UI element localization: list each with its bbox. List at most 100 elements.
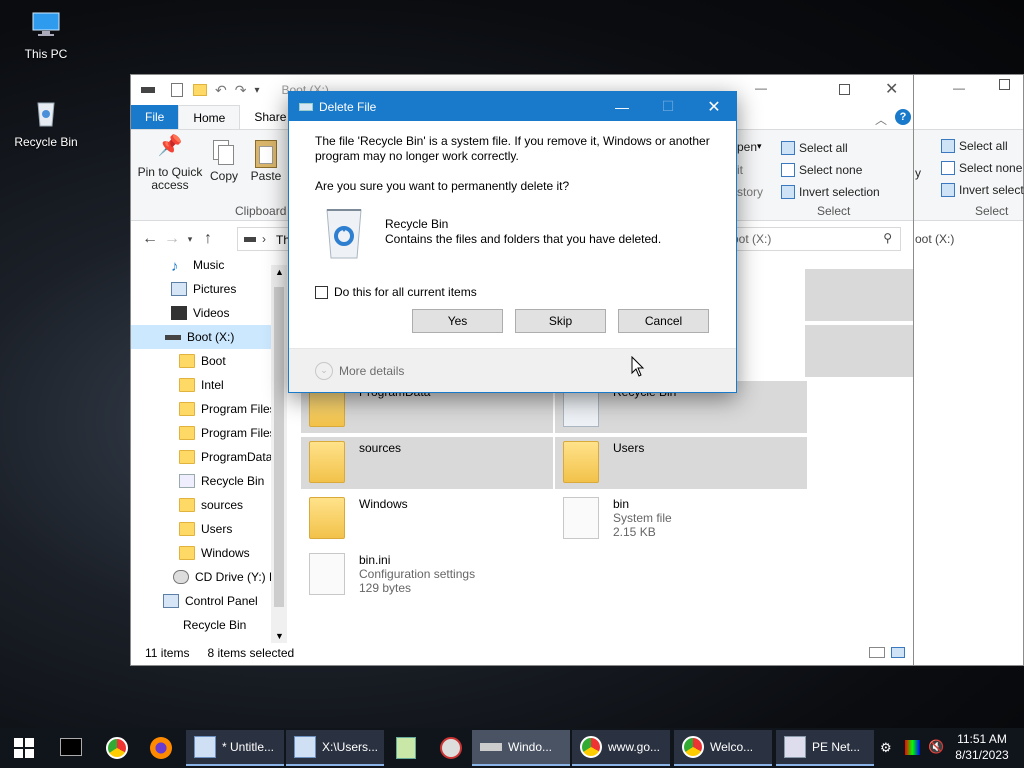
file-item[interactable]: sources [301, 437, 553, 489]
status-selected-count: 8 items selected [207, 646, 295, 660]
maximize-icon[interactable] [999, 79, 1010, 90]
more-details-icon[interactable]: ⌄ [315, 361, 333, 380]
tray-network-icon[interactable]: ⚙ [880, 740, 892, 756]
file-name: Users [613, 441, 645, 455]
close-icon[interactable]: ✕ [885, 79, 898, 99]
dialog-minimize-icon[interactable]: — [599, 92, 645, 121]
nav-item[interactable]: ♪ Music [131, 253, 271, 277]
nav-item[interactable]: Intel [131, 373, 271, 397]
apply-to-all-checkbox[interactable]: Do this for all current items [315, 285, 477, 299]
file-item[interactable]: Windows [301, 493, 553, 545]
scroll-up-icon[interactable]: ▲ [275, 267, 284, 277]
pin-quick-access-button[interactable]: 📌 Pin to Quick access [137, 136, 203, 192]
taskbar-app-button[interactable]: PE Net... [776, 730, 874, 766]
file-item[interactable]: bin System file 2.15 KB [555, 493, 807, 549]
collapse-ribbon-icon[interactable]: ︿ [875, 111, 887, 128]
taskbar-app-label: Windo... [508, 740, 553, 754]
list-item[interactable] [805, 325, 913, 377]
maximize-icon[interactable] [839, 84, 850, 95]
firefox-icon[interactable] [150, 737, 172, 759]
address-bar[interactable]: oot (X:) [915, 232, 954, 246]
taskbar-app-label: PE Net... [812, 740, 861, 754]
cmd-icon[interactable] [60, 738, 82, 756]
redo-icon[interactable]: ↷ [235, 82, 247, 99]
forward-arrow-icon[interactable]: → [161, 230, 183, 248]
nav-item-label: CD Drive (Y:) H [195, 570, 271, 584]
list-item[interactable] [805, 269, 913, 321]
nav-item[interactable]: Control Panel [131, 589, 271, 613]
nav-item[interactable]: Recycle Bin [131, 469, 271, 493]
select-all-button[interactable]: Select all [941, 136, 1008, 156]
nav-item[interactable]: Boot [131, 349, 271, 373]
skip-button[interactable]: Skip [515, 309, 606, 333]
yes-button[interactable]: Yes [412, 309, 503, 333]
nav-item[interactable]: Program Files [131, 421, 271, 445]
recent-locations-icon[interactable]: ▾ [183, 234, 197, 245]
large-icons-view-icon[interactable] [891, 647, 905, 658]
details-view-icon[interactable] [869, 647, 885, 658]
paint-icon[interactable] [440, 737, 462, 759]
background-explorer-window[interactable]: — y Select all Select none Invert select… [912, 74, 1024, 666]
minimize-icon[interactable]: — [953, 81, 965, 95]
cancel-button[interactable]: Cancel [618, 309, 709, 333]
copy-button[interactable]: Copy [207, 140, 241, 183]
more-details-link[interactable]: More details [339, 364, 404, 378]
dialog-titlebar[interactable]: Delete File — ☐ ✕ [289, 92, 736, 121]
up-arrow-icon[interactable]: ↑ [197, 230, 219, 248]
file-item[interactable]: bin.ini Configuration settings 129 bytes [301, 549, 553, 605]
breadcrumb-chevron-icon[interactable]: › [262, 232, 266, 246]
minimize-icon[interactable]: — [755, 81, 767, 95]
checkbox-box[interactable] [315, 285, 328, 299]
undo-icon[interactable]: ↶ [215, 82, 227, 99]
desktop-icon-this-pc[interactable]: This PC [8, 8, 84, 61]
nav-item[interactable]: Program Files [131, 397, 271, 421]
help-icon[interactable]: ? [895, 109, 911, 125]
taskbar-app-button[interactable]: Welco... [674, 730, 772, 766]
open-button[interactable]: pen [737, 140, 757, 154]
pictures-icon [171, 282, 187, 296]
nav-item[interactable]: ProgramData [131, 445, 271, 469]
tray-color-icon[interactable] [905, 740, 920, 755]
taskbar-app-button[interactable]: Windo... [472, 730, 570, 766]
tab-file[interactable]: File [131, 105, 179, 129]
scrollbar-thumb[interactable] [274, 287, 284, 607]
select-none-button[interactable]: Select none [781, 160, 862, 180]
desktop-icon-recycle-bin[interactable]: Recycle Bin [8, 96, 84, 149]
taskbar-app-button[interactable]: * Untitle... [186, 730, 284, 766]
taskbar-app-button[interactable]: X:\Users... [286, 730, 384, 766]
tab-home[interactable]: Home [178, 105, 241, 129]
nav-item[interactable]: Videos [131, 301, 271, 325]
nav-item[interactable]: Boot (X:) [131, 325, 271, 349]
volume-muted-icon[interactable]: 🔇 [928, 739, 944, 755]
edit-button[interactable]: it [737, 163, 743, 177]
nav-item[interactable]: Pictures [131, 277, 271, 301]
folder-icon [179, 450, 195, 464]
select-all-button[interactable]: Select all [781, 138, 848, 158]
chrome-icon[interactable] [106, 737, 128, 759]
paste-button[interactable]: Paste [249, 140, 283, 183]
navigation-scrollbar[interactable]: ▲ ▼ [271, 265, 287, 643]
invert-selection-button[interactable]: Invert selecti [941, 180, 1024, 200]
delete-file-dialog[interactable]: Delete File — ☐ ✕ The file 'Recycle Bin'… [288, 91, 737, 393]
nav-item[interactable]: Recycle Bin [131, 613, 271, 637]
clock[interactable]: 11:51 AM 8/31/2023 [946, 728, 1018, 768]
nav-item[interactable]: Windows [131, 541, 271, 565]
nav-item[interactable]: sources [131, 493, 271, 517]
file-item[interactable]: Users [555, 437, 807, 489]
notepad-plus-icon[interactable] [396, 737, 416, 759]
history-button[interactable]: story [737, 185, 763, 199]
open-dropdown-icon[interactable]: ▾ [757, 141, 762, 152]
start-windows-icon[interactable] [14, 738, 34, 758]
dialog-close-icon[interactable]: ✕ [691, 92, 737, 121]
back-arrow-icon[interactable]: ← [139, 230, 161, 248]
nav-item[interactable]: Users [131, 517, 271, 541]
new-folder-icon[interactable] [193, 84, 207, 96]
nav-item[interactable]: CD Drive (Y:) H [131, 565, 271, 589]
select-none-button[interactable]: Select none [941, 158, 1022, 178]
properties-icon[interactable] [171, 83, 183, 97]
taskbar-app-button[interactable]: www.go... [572, 730, 670, 766]
invert-selection-button[interactable]: Invert selection [781, 182, 880, 202]
nav-item-label: Pictures [193, 282, 237, 296]
customize-quick-access-icon[interactable]: ▾ [254, 85, 259, 96]
scroll-down-icon[interactable]: ▼ [275, 631, 284, 641]
